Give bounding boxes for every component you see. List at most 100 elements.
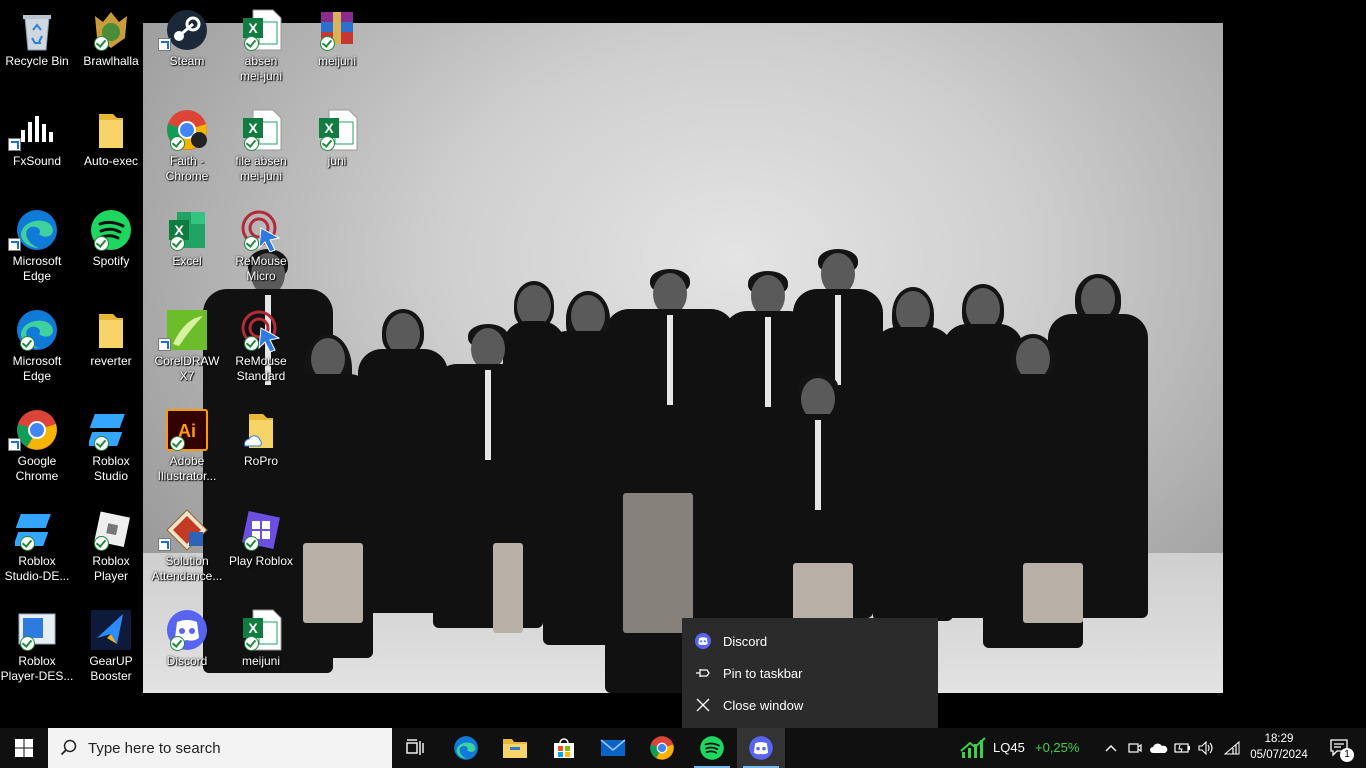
desktop-icon-gearup[interactable]: GearUP Booster xyxy=(74,600,148,696)
desktop-icon-label: Discord xyxy=(166,654,208,668)
fxsound-icon xyxy=(21,116,53,142)
jumplist-pin-label: Pin to taskbar xyxy=(723,665,803,681)
sync-status-icon xyxy=(20,636,35,651)
taskbar-search-box[interactable]: Type here to search xyxy=(48,728,392,768)
desktop-icon-label: meijuni xyxy=(241,654,280,668)
desktop-icon-label: Spotify xyxy=(92,254,130,268)
taskbar-mail[interactable] xyxy=(589,728,637,768)
desktop-icon-juni[interactable]: X juni xyxy=(300,100,374,196)
desktop-icon-label: reverter xyxy=(90,354,132,368)
taskbar-file-explorer[interactable] xyxy=(491,728,539,768)
sync-status-icon xyxy=(170,636,185,651)
microsoft-store-icon xyxy=(554,738,574,758)
desktop-icon-recycle-bin[interactable]: Recycle Bin xyxy=(0,0,74,96)
tray-volume[interactable] xyxy=(1196,728,1218,768)
desktop-icon-remouse-micro[interactable]: ReMouse Micro xyxy=(224,200,298,296)
taskbar-clock[interactable]: 18:29 05/07/2024 xyxy=(1248,731,1310,763)
camera-icon xyxy=(1128,743,1142,753)
jumplist-pin-button[interactable]: Pin to taskbar xyxy=(682,657,938,689)
taskbar-discord[interactable] xyxy=(737,728,785,768)
wallpaper-stool xyxy=(623,493,693,633)
desktop-icon-label: Solution Attendance... xyxy=(151,554,223,583)
search-icon xyxy=(60,739,77,756)
desktop-icon-chrome[interactable]: Google Chrome xyxy=(0,400,74,496)
sync-status-icon xyxy=(94,436,109,451)
desktop-icon-roblox-player[interactable]: Roblox Player xyxy=(74,500,148,596)
sync-status-icon xyxy=(20,336,35,351)
desktop-icon-reverter[interactable]: reverter xyxy=(74,300,148,396)
desktop-icon-roblox-studio[interactable]: Roblox Studio xyxy=(74,400,148,496)
sync-status-icon xyxy=(320,136,335,151)
jumplist-app-item[interactable]: Discord xyxy=(682,625,938,657)
wallpaper-person xyxy=(543,291,633,645)
tray-onedrive[interactable] xyxy=(1148,728,1170,768)
desktop-icon-meijuni-rar[interactable]: meijuni xyxy=(300,0,374,96)
action-center-button[interactable]: 1 xyxy=(1318,728,1362,768)
desktop-icon-brawlhalla[interactable]: Brawlhalla xyxy=(74,0,148,96)
desktop-icon-label: ReMouse Standard xyxy=(235,354,287,383)
desktop-icon-coreldraw[interactable]: CorelDRAW X7 xyxy=(150,300,224,396)
chevron-up-icon xyxy=(1105,745,1117,752)
desktop-icon-label: Roblox Studio xyxy=(92,454,130,483)
desktop-icon-label: Adobe Illustrator... xyxy=(157,454,217,483)
taskbar-microsoft-store[interactable] xyxy=(540,728,588,768)
desktop-icon-label: Roblox Player-DES... xyxy=(0,654,74,683)
desktop-icon-excel[interactable]: X Excel xyxy=(150,200,224,296)
sync-status-icon xyxy=(94,536,109,551)
desktop-icon-label: Excel xyxy=(172,254,202,268)
desktop-icon-solution-attendance[interactable]: Solution Attendance... xyxy=(150,500,224,596)
desktop-icon-absen-mei-juni[interactable]: X absen mei-juni xyxy=(224,0,298,96)
taskbar: Type here to search LQ45 +0,25% 18:29 05… xyxy=(0,728,1366,768)
edge-icon xyxy=(17,210,57,250)
recycle-bin-icon xyxy=(23,15,51,51)
coreldraw-icon xyxy=(167,310,207,350)
desktop-icon-label: juni xyxy=(327,154,347,168)
sync-status-icon xyxy=(244,36,259,51)
desktop-icon-spotify[interactable]: Spotify xyxy=(74,200,148,296)
show-hidden-icons-button[interactable] xyxy=(1100,728,1122,768)
sync-status-icon xyxy=(170,136,185,151)
sync-status-icon xyxy=(244,336,259,351)
desktop-icon-play-roblox[interactable]: Play Roblox xyxy=(224,500,298,596)
stock-chart-icon xyxy=(960,737,986,758)
desktop-icon-edge-2[interactable]: Microsoft Edge xyxy=(0,300,74,396)
cloud-icon xyxy=(1150,743,1168,753)
shortcut-arrow-icon xyxy=(8,138,21,151)
desktop-icon-faith-chrome[interactable]: Faith - Chrome xyxy=(150,100,224,196)
taskbar-chrome[interactable] xyxy=(638,728,686,768)
tray-meet-now[interactable] xyxy=(1124,728,1146,768)
desktop-icon-auto-exec[interactable]: Auto-exec xyxy=(74,100,148,196)
desktop-icon-ropro[interactable]: RoPro xyxy=(224,400,298,496)
solution-attendance-icon xyxy=(166,509,208,551)
tray-battery[interactable] xyxy=(1172,728,1194,768)
discord-icon xyxy=(695,633,711,649)
pin-icon xyxy=(695,665,711,681)
start-button[interactable] xyxy=(0,728,48,768)
wallpaper-stool xyxy=(793,563,853,623)
stock-ticker-widget[interactable]: LQ45 +0,25% xyxy=(958,728,1086,768)
desktop-icon-label: meijuni xyxy=(317,54,356,68)
desktop-icon-steam[interactable]: Steam xyxy=(150,0,224,96)
shortcut-arrow-icon xyxy=(158,538,171,551)
desktop-icon-roblox-player-des[interactable]: Roblox Player-DES... xyxy=(0,600,74,696)
jumplist-close-label: Close window xyxy=(723,697,804,713)
desktop-icon-label: RoPro xyxy=(243,454,278,468)
desktop-icon-edge[interactable]: Microsoft Edge xyxy=(0,200,74,296)
desktop-icon-fxsound[interactable]: FxSound xyxy=(0,100,74,196)
desktop-icon-discord[interactable]: Discord xyxy=(150,600,224,696)
desktop-icon-label: Recycle Bin xyxy=(5,54,69,68)
close-icon xyxy=(695,697,711,713)
taskbar-spotify[interactable] xyxy=(688,728,736,768)
desktop-icon-meijuni-xlsx[interactable]: X meijuni xyxy=(224,600,298,696)
desktop-icon-remouse-standard[interactable]: ReMouse Standard xyxy=(224,300,298,396)
tray-network[interactable] xyxy=(1221,728,1243,768)
sync-status-icon xyxy=(94,36,109,51)
desktop-icon-file-absen-mei-juni[interactable]: X file absen mei-juni xyxy=(224,100,298,196)
battery-icon xyxy=(1174,743,1190,753)
taskbar-edge[interactable] xyxy=(442,728,490,768)
desktop-icon-label: Microsoft Edge xyxy=(12,354,62,383)
desktop-icon-roblox-studio-de[interactable]: Roblox Studio-DE... xyxy=(0,500,74,596)
jumplist-close-button[interactable]: Close window xyxy=(682,689,938,721)
desktop-icon-illustrator[interactable]: Ai Adobe Illustrator... xyxy=(150,400,224,496)
task-view-button[interactable] xyxy=(392,728,440,768)
